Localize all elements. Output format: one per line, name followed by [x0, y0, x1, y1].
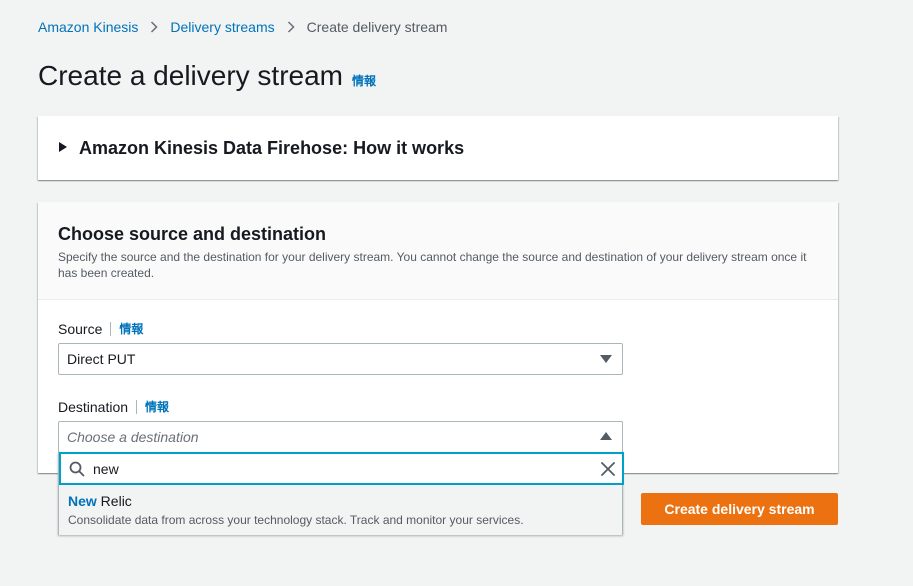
page-title-row: Create a delivery stream 情報 [38, 60, 376, 92]
page-title: Create a delivery stream [38, 60, 344, 91]
close-icon[interactable] [601, 462, 615, 481]
source-label: Source [58, 320, 103, 337]
source-info-link[interactable]: 情報 [119, 320, 143, 337]
breadcrumb: Amazon Kinesis Delivery streams Create d… [38, 19, 447, 35]
option-title-rest: Relic [96, 493, 132, 509]
caret-up-icon [600, 432, 612, 440]
source-label-row: Source 情報 [58, 320, 143, 337]
source-select-value: Direct PUT [67, 351, 136, 367]
source-select[interactable]: Direct PUT [58, 343, 623, 375]
destination-filter [59, 452, 624, 485]
breadcrumb-current: Create delivery stream [306, 19, 448, 35]
destination-filter-input[interactable] [93, 459, 593, 479]
chevron-right-icon [287, 21, 295, 33]
breadcrumb-delivery-streams[interactable]: Delivery streams [170, 19, 274, 35]
page-info-link[interactable]: 情報 [352, 72, 376, 89]
panel-header: Choose source and destination Specify th… [38, 202, 838, 300]
source-destination-panel: Choose source and destination Specify th… [38, 202, 838, 473]
destination-label-row: Destination 情報 [58, 398, 169, 415]
how-it-works-panel[interactable]: Amazon Kinesis Data Firehose: How it wor… [38, 116, 838, 180]
caret-down-icon [600, 355, 612, 363]
destination-select[interactable]: Choose a destination [58, 421, 623, 453]
divider [136, 399, 138, 414]
caret-right-icon [59, 142, 67, 152]
how-it-works-title: Amazon Kinesis Data Firehose: How it wor… [79, 138, 465, 158]
option-title: New Relic [68, 493, 132, 509]
option-description: Consolidate data from across your techno… [68, 513, 524, 527]
destination-label: Destination [58, 398, 129, 415]
section-description: Specify the source and the destination f… [58, 250, 807, 280]
destination-dropdown: New Relic Consolidate data from across y… [58, 452, 624, 535]
destination-placeholder: Choose a destination [67, 429, 199, 445]
divider [110, 321, 112, 336]
breadcrumb-amazon-kinesis[interactable]: Amazon Kinesis [38, 19, 138, 35]
chevron-right-icon [150, 21, 158, 33]
search-icon [69, 461, 85, 482]
option-title-match: New [68, 493, 97, 509]
destination-info-link[interactable]: 情報 [145, 398, 169, 415]
section-title: Choose source and destination [58, 224, 327, 244]
destination-option-new-relic[interactable]: New Relic Consolidate data from across y… [59, 485, 622, 535]
create-delivery-stream-button[interactable]: Create delivery stream [641, 493, 838, 525]
